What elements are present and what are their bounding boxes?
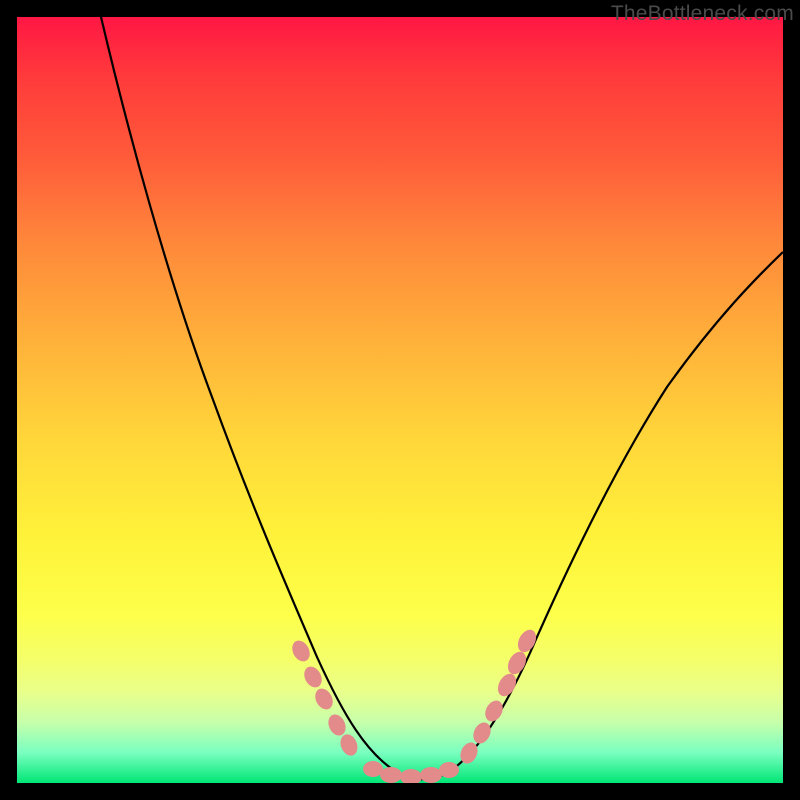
watermark-text: TheBottleneck.com	[611, 2, 794, 26]
marker-dot	[470, 720, 494, 747]
chart-frame: TheBottleneck.com	[0, 0, 800, 800]
marker-dot	[325, 712, 349, 739]
chart-plot-area	[17, 17, 783, 783]
marker-dot	[337, 732, 360, 758]
marker-dot	[482, 698, 506, 725]
marker-dot	[420, 767, 442, 783]
bottleneck-curve-path	[101, 17, 783, 779]
marker-dot	[494, 671, 519, 700]
marker-dot	[380, 767, 402, 783]
marker-group	[289, 627, 540, 783]
marker-dot	[363, 761, 383, 777]
marker-dot	[400, 769, 422, 783]
bottleneck-curve-svg	[17, 17, 783, 783]
marker-dot	[439, 762, 459, 778]
